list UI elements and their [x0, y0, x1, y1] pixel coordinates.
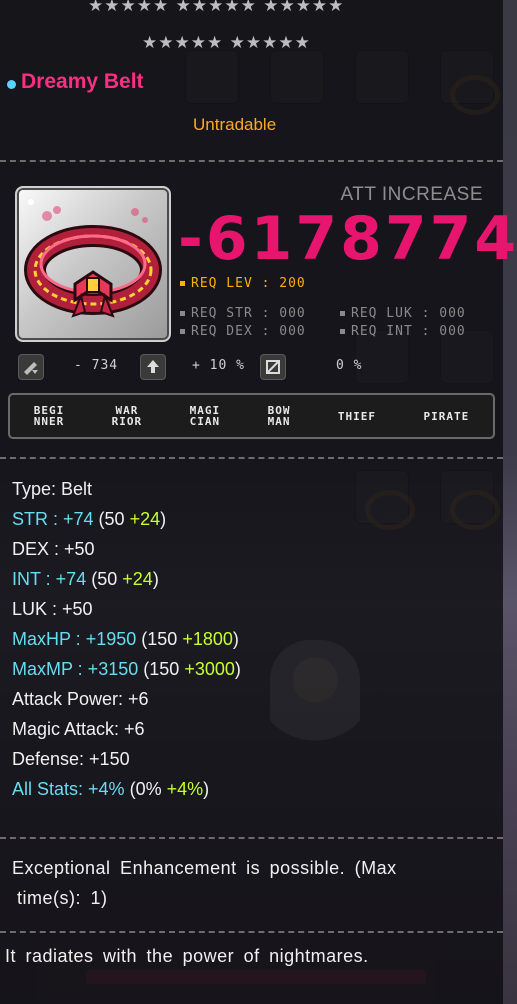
- stat-type: Type: Belt: [12, 479, 93, 499]
- stat-dex: DEX : +50: [12, 539, 95, 559]
- indicator-value-3: 0 %: [336, 358, 363, 373]
- stat-maxmp: MaxMP : +3150 (150 +3000): [12, 659, 241, 679]
- stat-int-base: 50: [97, 569, 118, 589]
- enhancement-line-1: Exceptional Enhancement is possible. (Ma…: [12, 858, 397, 878]
- indicator-value-1: - 734: [74, 358, 119, 373]
- job-label: CIAN: [189, 415, 221, 428]
- belt-icon: [24, 199, 162, 318]
- star-force-row-1: ★★★★★ ★★★★★ ★★★★★: [88, 0, 345, 16]
- trade-status: Untradable: [193, 115, 277, 134]
- stat-str-bonus: +24: [129, 509, 161, 529]
- enhancement-line-2: time(s): 1): [17, 888, 108, 908]
- req-luk: REQ LUK : 000: [340, 306, 466, 321]
- stat-str-base: 50: [104, 509, 125, 529]
- req-int: REQ INT : 000: [340, 324, 466, 339]
- stat-int-label: INT : +74: [12, 569, 87, 589]
- job-label: NNER: [33, 415, 65, 428]
- stat-maxhp-label: MaxHP : +1950: [12, 629, 137, 649]
- stat-int-bonus: +24: [122, 569, 153, 589]
- job-requirements-bar: BEGI NNER WAR RIOR MAGI CIAN BOW MAN THIEF P…: [8, 393, 495, 439]
- stat-int: INT : +74 (50 +24): [12, 569, 159, 589]
- job-bowman: BOW MAN: [268, 405, 291, 427]
- item-icon-frame: [15, 186, 171, 342]
- divider: [0, 457, 503, 459]
- req-level: REQ LEV : 200: [180, 276, 306, 291]
- stat-all-stats: All Stats: +4% (0% +4%): [12, 779, 210, 799]
- divider: [0, 160, 503, 162]
- stat-attack-power: Attack Power: +6: [12, 689, 149, 709]
- item-tooltip: ★★★★★ ★★★★★ ★★★★★ ★★★★★ ★★★★★ Dreamy Bel…: [0, 0, 516, 1004]
- att-increase-label: ATT INCREASE: [340, 184, 483, 205]
- job-pirate: PIRATE: [423, 411, 469, 422]
- star-force-row-2: ★★★★★ ★★★★★: [142, 33, 311, 53]
- stat-all-stats-label: All Stats: +4%: [12, 779, 125, 799]
- upgrade-icon: [140, 354, 166, 380]
- stat-str: STR : +74 (50 +24): [12, 509, 167, 529]
- stat-magic-attack: Magic Attack: +6: [12, 719, 145, 739]
- item-name: Dreamy Belt: [21, 70, 144, 93]
- stats-list: Type: Belt STR : +74 (50 +24) DEX : +50 …: [12, 474, 241, 804]
- job-label: MAN: [267, 415, 291, 428]
- name-bullet-icon: [7, 80, 16, 89]
- stat-maxmp-bonus: +3000: [184, 659, 235, 679]
- job-beginner: BEGI NNER: [34, 405, 65, 427]
- stat-all-stats-base: 0%: [135, 779, 162, 799]
- stat-maxmp-label: MaxMP : +3150: [12, 659, 139, 679]
- indicator-value-2: + 10 %: [192, 358, 245, 373]
- enhancement-note: Exceptional Enhancement is possible. (Ma…: [12, 853, 492, 913]
- stat-maxhp: MaxHP : +1950 (150 +1800): [12, 629, 239, 649]
- stat-defense: Defense: +150: [12, 749, 130, 769]
- att-increase-value: -6178774: [178, 204, 517, 274]
- job-magician: MAGI CIAN: [190, 405, 221, 427]
- stat-maxhp-base: 150: [147, 629, 178, 649]
- job-warrior: WAR RIOR: [112, 405, 143, 427]
- job-label: PIRATE: [423, 409, 470, 423]
- shield-slash-icon: [260, 354, 286, 380]
- stat-all-stats-bonus: +4%: [166, 779, 204, 799]
- req-str: REQ STR : 000: [180, 306, 306, 321]
- job-thief: THIEF: [338, 411, 376, 422]
- divider: [0, 837, 503, 839]
- stat-luk: LUK : +50: [12, 599, 93, 619]
- sword-down-icon: [18, 354, 44, 380]
- job-label: THIEF: [337, 409, 377, 423]
- job-label: RIOR: [111, 415, 143, 428]
- stat-str-label: STR : +74: [12, 509, 94, 529]
- flavor-text: It radiates with the power of nightmares…: [5, 946, 369, 966]
- req-dex: REQ DEX : 000: [180, 324, 306, 339]
- stat-maxmp-base: 150: [149, 659, 180, 679]
- stat-maxhp-bonus: +1800: [182, 629, 233, 649]
- divider: [0, 931, 503, 933]
